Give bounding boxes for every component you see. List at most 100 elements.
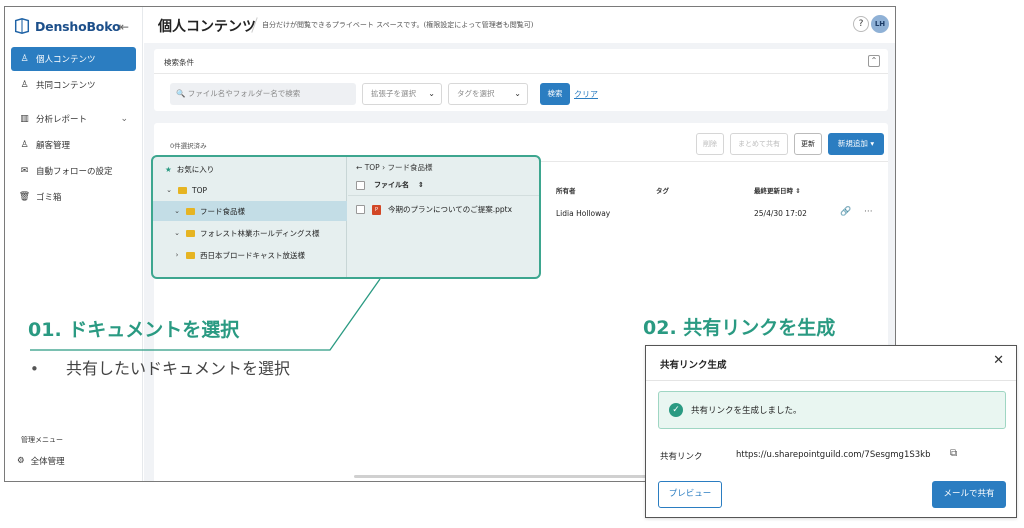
breadcrumb-top[interactable]: TOP xyxy=(365,163,380,172)
chevron-up-icon[interactable]: ⌃ xyxy=(868,55,880,67)
success-message: 共有リンクを生成しました。 xyxy=(691,406,802,416)
select-all-checkbox[interactable] xyxy=(356,180,365,190)
dialog-title: 共有リンク生成 xyxy=(660,360,727,371)
folder-icon xyxy=(186,229,195,237)
delete-button[interactable]: 削除 xyxy=(696,133,724,155)
tree-folder-forest[interactable]: ⌄ フォレスト林業ホールディングス様 xyxy=(153,223,347,243)
chevron-right-icon: › xyxy=(382,163,386,172)
sidebar-item-label: 分析レポート xyxy=(36,115,88,125)
sidebar-item-label: 顧客管理 xyxy=(36,141,71,151)
gear-icon: ⚙ xyxy=(17,456,25,466)
file-list: ← TOP › フード食品様 ファイル名 ⇕ P 今期のプランについてのご提案.… xyxy=(348,157,539,277)
logo-icon xyxy=(14,18,30,34)
tree-top[interactable]: ⌄ TOP xyxy=(153,180,347,200)
column-filename[interactable]: ファイル名 xyxy=(374,180,409,190)
preview-button[interactable]: プレビュー xyxy=(658,481,722,508)
sort-icon: ⇕ xyxy=(418,181,424,189)
chevron-down-icon: ⌄ xyxy=(514,89,521,98)
search-panel-title: 検索条件 xyxy=(164,58,194,67)
selected-count: 0件選択済み xyxy=(170,142,207,150)
step2-heading: 02. 共有リンクを生成 xyxy=(643,317,836,339)
sidebar-item-trash[interactable]: 🗑 ゴミ箱 xyxy=(11,185,136,209)
copy-icon[interactable]: ⧉ xyxy=(950,448,957,459)
add-new-button[interactable]: 新規追加 ▾ xyxy=(828,133,884,155)
step1-description: 共有したいドキュメントを選択 xyxy=(66,359,291,378)
tree-favorites[interactable]: ★ お気に入り xyxy=(153,159,347,179)
tree-folder-food[interactable]: ⌄ フード食品様 xyxy=(153,201,347,221)
tree-folder-broadcast[interactable]: › 西日本ブロードキャスト放送様 xyxy=(153,245,347,265)
share-all-button[interactable]: まとめて共有 xyxy=(730,133,788,155)
search-button[interactable]: 検索 xyxy=(540,83,570,105)
folder-icon xyxy=(178,186,187,194)
column-owner[interactable]: 所有者 xyxy=(556,185,576,195)
refresh-button[interactable]: 更新 xyxy=(794,133,822,155)
users-icon: ♙ xyxy=(20,54,29,64)
sidebar-item-personal[interactable]: ♙ 個人コンテンツ xyxy=(11,47,136,71)
sidebar-item-label: 共同コンテンツ xyxy=(36,81,96,91)
avatar[interactable]: LH xyxy=(871,15,889,33)
page-description: 自分だけが閲覧できるプライベート スペースです。(権限設定によって管理者も閲覧可… xyxy=(262,21,534,29)
check-circle-icon: ✓ xyxy=(669,403,683,417)
link-icon[interactable]: 🔗 xyxy=(840,207,851,217)
breadcrumb-current: フード食品様 xyxy=(387,163,433,172)
sidebar-nav: ♙ 個人コンテンツ ♙ 共同コンテンツ ▥ 分析レポート ⌄ ♙ 顧客管理 ✉ … xyxy=(11,47,136,211)
chart-icon: ▥ xyxy=(20,114,29,124)
tag-select[interactable]: タグを選択 ⌄ xyxy=(448,83,528,105)
chevron-down-icon: ⌄ xyxy=(120,114,128,124)
customer-icon: ♙ xyxy=(20,140,29,150)
trash-icon: 🗑 xyxy=(18,192,31,202)
chevron-down-icon: ⌄ xyxy=(174,229,180,237)
success-alert: ✓ 共有リンクを生成しました。 xyxy=(658,391,1006,429)
topbar: 個人コンテンツ 自分だけが閲覧できるプライベート スペースです。(権限設定によっ… xyxy=(144,7,895,43)
sidebar-item-auto-follow[interactable]: ✉ 自動フォローの設定 xyxy=(11,159,136,183)
file-row[interactable]: P 今期のプランについてのご提案.pptx xyxy=(356,204,512,215)
bullet-dot: • xyxy=(30,360,39,378)
share-link-label: 共有リンク xyxy=(660,452,703,462)
column-tag[interactable]: タグ xyxy=(656,185,669,195)
group-icon: ♙ xyxy=(20,80,29,90)
extension-select-value: 拡張子を選択 xyxy=(371,89,416,98)
search-input[interactable]: 🔍 ファイル名やフォルダー名で検索 xyxy=(170,83,356,105)
folder-tree-callout: ★ お気に入り ⌄ TOP ⌄ フード食品様 ⌄ フォレスト林業ホールディングス… xyxy=(151,155,541,279)
chevron-right-icon: › xyxy=(175,251,179,259)
admin-menu-label: 管理メニュー xyxy=(21,436,63,444)
help-button[interactable]: ? xyxy=(853,16,869,32)
close-icon[interactable]: ✕ xyxy=(993,353,1004,368)
sidebar-item-label: ゴミ箱 xyxy=(36,193,62,203)
sidebar-item-shared[interactable]: ♙ 共同コンテンツ xyxy=(11,73,136,97)
tree-folder-label: フォレスト林業ホールディングス様 xyxy=(200,228,320,238)
row-updated: 25/4/30 17:02 xyxy=(754,209,807,218)
tree-folder-label: フード食品様 xyxy=(200,206,245,216)
folder-icon xyxy=(186,251,195,259)
tree-favorites-label: お気に入り xyxy=(176,164,215,174)
folder-icon xyxy=(186,207,195,215)
more-icon[interactable]: ··· xyxy=(864,207,873,217)
sidebar-item-label: 全体管理 xyxy=(30,457,65,467)
breadcrumb: ← TOP › フード食品様 xyxy=(356,162,432,173)
mail-icon: ✉ xyxy=(20,166,29,176)
clear-link[interactable]: クリア xyxy=(574,89,598,100)
share-link-url[interactable]: https://u.sharepointguild.com/7Sesgmg1S3… xyxy=(736,450,930,460)
caret-down-icon: ▾ xyxy=(870,139,875,148)
tag-select-value: タグを選択 xyxy=(457,89,495,98)
folder-tree: ★ お気に入り ⌄ TOP ⌄ フード食品様 ⌄ フォレスト林業ホールディングス… xyxy=(153,157,347,277)
page-title: 個人コンテンツ xyxy=(158,19,256,35)
chevron-down-icon: ⌄ xyxy=(428,89,435,98)
collapse-sidebar-icon[interactable]: ⇤ xyxy=(119,20,129,34)
step1-heading: 01. ドキュメントを選択 xyxy=(28,319,240,341)
logo[interactable]: DenshoBoko xyxy=(13,17,121,35)
extension-select[interactable]: 拡張子を選択 ⌄ xyxy=(362,83,442,105)
file-name[interactable]: 今期のプランについてのご提案.pptx xyxy=(388,204,512,215)
sidebar-item-admin[interactable]: ⚙ 全体管理 xyxy=(17,455,65,467)
sidebar-item-reports[interactable]: ▥ 分析レポート ⌄ xyxy=(11,107,136,131)
column-updated-label: 最終更新日時 xyxy=(754,187,793,195)
column-updated[interactable]: 最終更新日時 ⇕ xyxy=(754,185,801,195)
row-checkbox[interactable] xyxy=(356,205,365,214)
back-arrow-icon[interactable]: ← xyxy=(356,163,362,172)
search-panel: 検索条件 ⌃ 🔍 ファイル名やフォルダー名で検索 拡張子を選択 ⌄ タグを選択 … xyxy=(154,49,888,111)
search-icon: 🔍 xyxy=(176,89,186,98)
sort-icon: ⇕ xyxy=(795,187,801,195)
add-button-label: 新規追加 xyxy=(837,139,868,148)
share-by-email-button[interactable]: メールで共有 xyxy=(932,481,1006,508)
sidebar-item-customers[interactable]: ♙ 顧客管理 xyxy=(11,133,136,157)
